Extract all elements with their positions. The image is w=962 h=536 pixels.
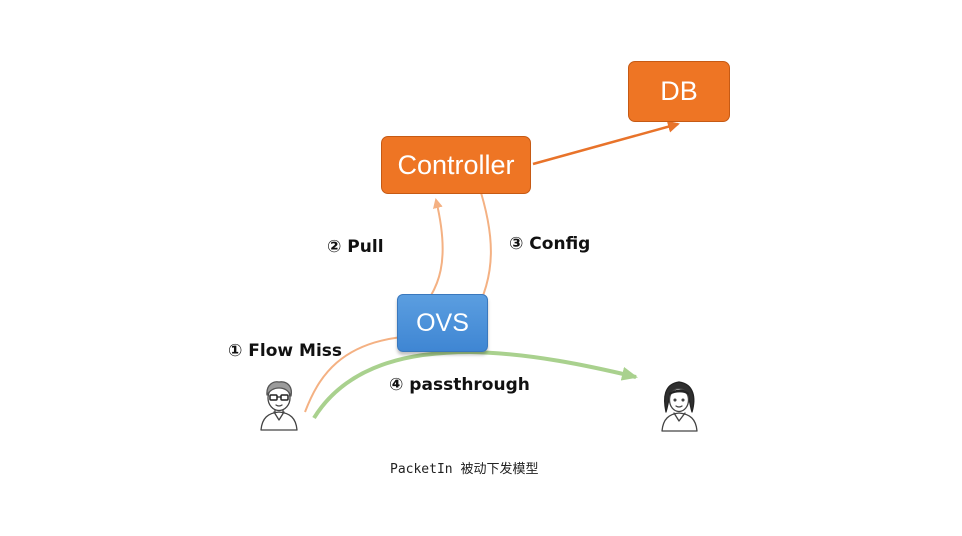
controller-to-db-arrow [532, 120, 680, 166]
step-pull-label: ② Pull [327, 237, 384, 257]
man-with-glasses-icon [260, 381, 298, 431]
db-label: DB [660, 76, 698, 106]
step-passthrough-label: ④ passthrough [389, 375, 530, 395]
diagram-caption: PacketIn 被动下发模型 [390, 462, 539, 477]
ovs-label: OVS [416, 308, 469, 337]
diagram-canvas [260, 120, 698, 432]
ovs-node: OVS [397, 294, 488, 352]
woman-icon [661, 381, 698, 432]
step-config-label: ③ Config [509, 234, 591, 254]
step-flow-miss-label: ① Flow Miss [228, 341, 343, 361]
db-node: DB [628, 61, 730, 122]
controller-label: Controller [397, 149, 515, 180]
controller-node: Controller [381, 136, 531, 194]
